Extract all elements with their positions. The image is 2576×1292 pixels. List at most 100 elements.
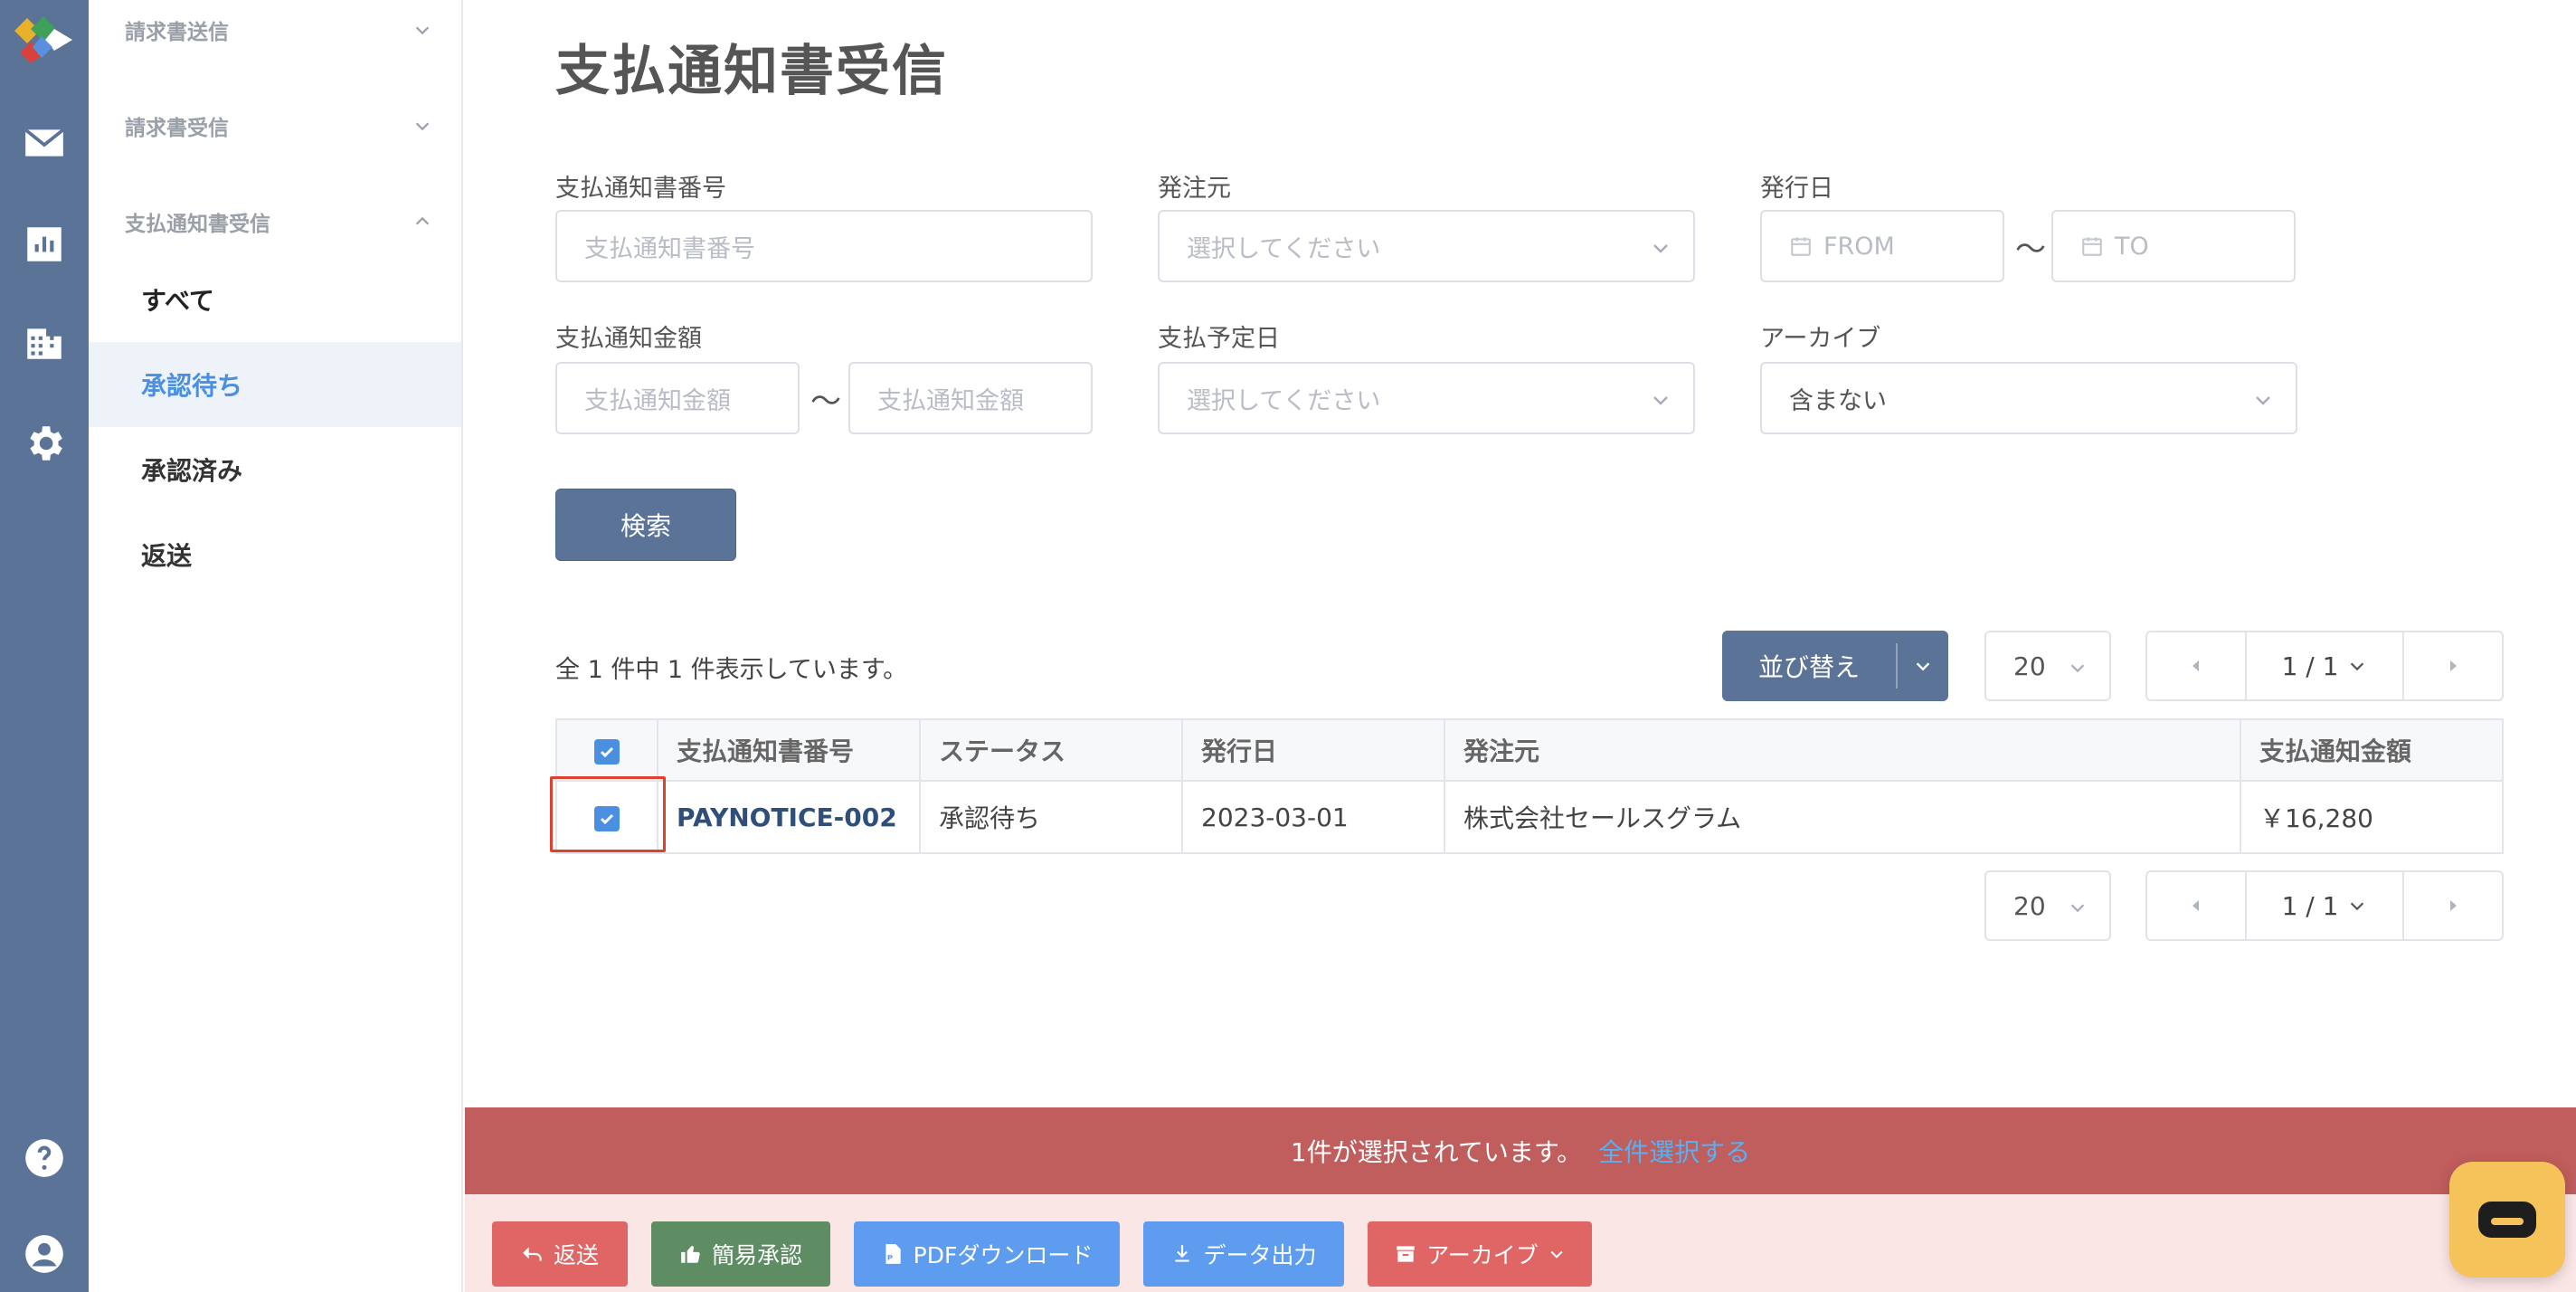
sidebar-item-pending-approval[interactable]: 承認待ち xyxy=(89,342,461,427)
next-page-icon[interactable] xyxy=(2404,632,2502,699)
results-summary: 全 1 件中 1 件表示しています。 xyxy=(555,656,908,684)
archive-dropdown-button[interactable]: アーカイブ xyxy=(1368,1221,1592,1287)
filter-client-select[interactable]: 選択してください xyxy=(1158,210,1695,282)
filter-issue-date-to-placeholder: TO xyxy=(2115,232,2149,261)
header-status[interactable]: ステータス xyxy=(919,718,1183,782)
filter-amount-max[interactable]: 支払通知金額 xyxy=(848,362,1093,434)
archive-box-icon xyxy=(1397,1246,1415,1262)
pdf-download-label: PDFダウンロード xyxy=(913,1242,1094,1268)
select-all-cell xyxy=(555,718,658,782)
icon-rail xyxy=(0,0,89,1292)
row-amount: ￥16,280 xyxy=(2240,780,2504,854)
chat-bubble-icon xyxy=(2478,1202,2536,1238)
filter-amount-max-placeholder: 支払通知金額 xyxy=(877,386,1024,415)
row-number-link[interactable]: PAYNOTICE-002 xyxy=(657,780,921,854)
page-indicator: 1 / 1 xyxy=(2281,890,2339,921)
prev-page-icon[interactable] xyxy=(2147,632,2245,699)
page-select[interactable]: 1 / 1 xyxy=(2245,872,2404,939)
filter-issue-date-from[interactable]: FROM xyxy=(1760,210,2004,282)
help-icon[interactable] xyxy=(17,1131,71,1185)
filter-archive-value: 含まない xyxy=(1789,386,1887,415)
chevron-down-icon xyxy=(415,26,430,35)
table-header-row: 支払通知書番号 ステータス 発行日 発注元 支払通知金額 xyxy=(555,718,2504,782)
select-all-checkbox[interactable] xyxy=(594,738,620,765)
table-row[interactable]: PAYNOTICE-002 承認待ち 2023-03-01 株式会社セールスグラ… xyxy=(555,780,2504,854)
bulk-action-bar: 返送 簡易承認 PDFダウンロード データ出力 アーカイブ xyxy=(465,1194,2576,1292)
selection-bar: 1件が選択されています。 全件選択する xyxy=(465,1107,2576,1194)
header-issue-date[interactable]: 発行日 xyxy=(1181,718,1445,782)
filter-issue-date-to[interactable]: TO xyxy=(2051,210,2296,282)
user-account-icon[interactable] xyxy=(17,1227,71,1281)
chevron-down-icon xyxy=(1650,389,1672,411)
data-export-label: データ出力 xyxy=(1203,1242,1317,1268)
filter-archive-label: アーカイブ xyxy=(1760,325,1881,353)
mail-icon[interactable] xyxy=(17,116,71,170)
chevron-down-icon xyxy=(2070,904,2085,913)
sidebar-group-label: 請求書受信 xyxy=(125,117,229,140)
sidebar-group-label: 請求書送信 xyxy=(125,21,229,44)
selection-count-text: 1件が選択されています。 xyxy=(1290,1137,1583,1167)
row-issue-date: 2023-03-01 xyxy=(1181,780,1445,854)
range-tilde: 〜 xyxy=(810,384,841,420)
return-button-label: 返送 xyxy=(553,1242,599,1268)
per-page-value: 20 xyxy=(2013,890,2046,921)
filter-archive-select[interactable]: 含まない xyxy=(1760,362,2297,434)
archive-label: アーカイブ xyxy=(1426,1242,1539,1268)
report-chart-icon[interactable] xyxy=(17,217,71,271)
gear-icon[interactable] xyxy=(17,416,71,470)
app-logo-icon[interactable] xyxy=(9,13,80,65)
results-table: 支払通知書番号 ステータス 発行日 発注元 支払通知金額 PAYNOTICE-0… xyxy=(555,718,2504,854)
filter-due-date-select[interactable]: 選択してください xyxy=(1158,362,1695,434)
next-page-icon[interactable] xyxy=(2404,872,2502,939)
range-tilde: 〜 xyxy=(2015,232,2046,268)
sort-dropdown-button[interactable]: 並び替え xyxy=(1722,631,1948,701)
chevron-down-icon xyxy=(2252,389,2274,411)
sidebar-item-approved[interactable]: 承認済み xyxy=(89,427,461,512)
calendar-icon xyxy=(1789,234,1813,258)
header-number[interactable]: 支払通知書番号 xyxy=(657,718,921,782)
chevron-down-icon xyxy=(415,122,430,131)
page-title: 支払通知書受信 xyxy=(555,40,948,103)
sidebar-group-payment-notice-receive[interactable]: 支払通知書受信 xyxy=(125,199,432,244)
chevron-down-icon xyxy=(2351,902,2364,911)
sidebar-item-all[interactable]: すべて xyxy=(89,257,461,342)
prev-page-icon[interactable] xyxy=(2147,872,2245,939)
filter-due-date-label: 支払予定日 xyxy=(1158,325,1280,353)
building-icon[interactable] xyxy=(17,315,71,369)
chat-support-button[interactable] xyxy=(2449,1162,2565,1278)
per-page-select-top[interactable]: 20 xyxy=(1984,631,2111,701)
filter-issue-date-label: 発行日 xyxy=(1760,175,1833,203)
per-page-value: 20 xyxy=(2013,651,2046,681)
header-client[interactable]: 発注元 xyxy=(1444,718,2241,782)
sidebar-group-invoice-receive[interactable]: 請求書受信 xyxy=(125,103,432,148)
thumbs-up-icon xyxy=(681,1246,700,1263)
chevron-down-icon[interactable] xyxy=(1898,656,1948,676)
calendar-icon xyxy=(2080,234,2104,258)
page-select[interactable]: 1 / 1 xyxy=(2245,632,2404,699)
filter-amount-min-placeholder: 支払通知金額 xyxy=(584,386,731,415)
filter-number-label: 支払通知書番号 xyxy=(555,175,726,203)
header-amount[interactable]: 支払通知金額 xyxy=(2240,718,2504,782)
sort-label: 並び替え xyxy=(1757,652,1860,682)
filter-amount-label: 支払通知金額 xyxy=(555,325,702,353)
quick-approve-button[interactable]: 簡易承認 xyxy=(651,1221,830,1287)
search-button[interactable]: 検索 xyxy=(555,489,736,561)
sidebar-item-returned[interactable]: 返送 xyxy=(89,512,461,597)
chevron-down-icon xyxy=(2351,662,2364,671)
pdf-download-button[interactable]: PDFダウンロード xyxy=(854,1221,1120,1287)
sidebar-group-invoice-send[interactable]: 請求書送信 xyxy=(125,7,432,52)
per-page-select-bottom[interactable]: 20 xyxy=(1984,870,2111,941)
row-client: 株式会社セールスグラム xyxy=(1444,780,2241,854)
return-button[interactable]: 返送 xyxy=(492,1221,628,1287)
data-export-button[interactable]: データ出力 xyxy=(1143,1221,1344,1287)
filter-due-date-placeholder: 選択してください xyxy=(1187,386,1381,415)
main-content: 支払通知書受信 支払通知書番号 支払通知書番号 発注元 選択してください 発行日… xyxy=(463,0,2576,1292)
chevron-down-icon xyxy=(1650,237,1672,259)
page-indicator: 1 / 1 xyxy=(2281,651,2339,681)
filter-amount-min[interactable]: 支払通知金額 xyxy=(555,362,800,434)
pagination-top: 1 / 1 xyxy=(2145,631,2504,701)
filter-client-placeholder: 選択してください xyxy=(1187,234,1381,263)
select-all-link[interactable]: 全件選択する xyxy=(1598,1133,1750,1169)
filter-number-input[interactable]: 支払通知書番号 xyxy=(555,210,1093,282)
pdf-file-icon xyxy=(886,1244,901,1264)
